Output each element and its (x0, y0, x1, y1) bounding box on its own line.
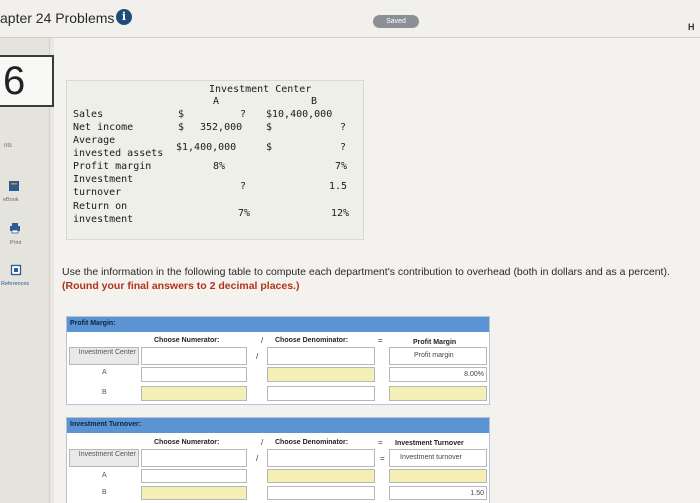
pm-denominator-b-select[interactable] (267, 386, 375, 401)
pm-label-denominator-blank (267, 347, 375, 365)
instruction-rounding: (Round your final answers to 2 decimal p… (62, 280, 300, 292)
row-label-investment: Investment (73, 174, 134, 185)
net-income-a-value: 352,000 (200, 122, 243, 133)
it-label-denominator-blank (267, 449, 375, 467)
pm-row-label-investment-center: Investment Center (69, 347, 139, 365)
investment-table-title: Investment Center (209, 84, 312, 95)
roi-a-value: 7% (238, 208, 251, 219)
it-numerator-b-select[interactable] (141, 486, 247, 500)
pm-equals-header: = (378, 336, 383, 345)
left-rail (0, 38, 50, 503)
references-icon[interactable] (10, 264, 22, 276)
net-income-b-value: ? (340, 122, 347, 133)
it-label-equals: = (380, 454, 385, 463)
ebook-icon[interactable] (8, 180, 20, 192)
row-label-average: Average (73, 135, 116, 146)
row-label-sales: Sales (73, 109, 104, 120)
it-result-subheader: Investment turnover (389, 449, 487, 467)
pm-numerator-header: Choose Numerator: (154, 337, 220, 344)
sales-a-value: ? (240, 109, 247, 120)
pm-denominator-header: Choose Denominator: (275, 337, 349, 344)
it-denominator-a-select[interactable] (267, 469, 375, 483)
it-result-a-input[interactable] (389, 469, 487, 483)
it-numerator-a-select[interactable] (141, 469, 247, 483)
profit-margin-a-value: 8% (213, 161, 226, 172)
net-income-a-dollar: $ (178, 122, 185, 133)
assets-b-value: ? (340, 142, 347, 153)
pm-result-b-input[interactable] (389, 386, 487, 401)
it-row-a-label: A (102, 472, 107, 479)
row-label-turnover: turnover (73, 187, 122, 198)
profit-margin-table: Profit Margin: Choose Numerator: / Choos… (66, 316, 490, 405)
turnover-a-value: ? (240, 181, 247, 192)
pm-row-b-label: B (102, 389, 107, 396)
assets-a-value: $1,400,000 (176, 142, 237, 153)
it-slash-header: / (261, 438, 264, 447)
pm-result-subheader: Profit margin (389, 347, 487, 365)
row-label-invested-assets: invested assets (73, 148, 164, 159)
it-denominator-header: Choose Denominator: (275, 439, 349, 446)
pm-label-slash: / (256, 352, 259, 361)
print-label[interactable]: Print (10, 240, 21, 246)
instruction-text: Use the information in the following tab… (62, 265, 687, 293)
column-header-b: B (311, 96, 318, 107)
it-denominator-b-select[interactable] (267, 486, 375, 500)
pm-slash-header: / (261, 336, 264, 345)
profit-margin-b-value: 7% (335, 161, 348, 172)
turnover-b-value: 1.5 (329, 181, 348, 192)
it-label-numerator-blank (141, 449, 247, 467)
sales-a-dollar: $ (178, 109, 185, 120)
profit-margin-table-title: Profit Margin: (67, 317, 489, 332)
pm-denominator-a-select[interactable] (267, 367, 375, 382)
it-result-b-input[interactable]: 1.50 (389, 486, 487, 500)
help-link[interactable]: H (688, 22, 695, 32)
print-icon[interactable] (9, 222, 21, 234)
info-icon[interactable]: i (116, 9, 132, 25)
page-title: apter 24 Problems (0, 10, 115, 26)
it-label-slash: / (256, 454, 259, 463)
pm-numerator-a-select[interactable] (141, 367, 247, 382)
question-number: 6 (0, 55, 54, 107)
row-label-net-income: Net income (73, 122, 134, 133)
references-label[interactable]: References (1, 281, 29, 287)
points-label: nts (4, 143, 13, 149)
investment-turnover-table: Investment Turnover: Choose Numerator: /… (66, 417, 490, 503)
pm-numerator-b-select[interactable] (141, 386, 247, 401)
it-row-label-investment-center: Investment Center (69, 449, 139, 467)
net-income-b-dollar: $ (266, 122, 273, 133)
turnover-table-title: Investment Turnover: (67, 418, 489, 433)
saved-badge: Saved (373, 15, 419, 28)
pm-result-a-input[interactable]: 8.00% (389, 367, 487, 382)
roi-b-value: 12% (331, 208, 350, 219)
pm-row-a-label: A (102, 369, 107, 376)
column-header-a: A (213, 96, 220, 107)
sales-b-value: $10,400,000 (266, 109, 333, 120)
assets-b-dollar: $ (266, 142, 273, 153)
row-label-investment-2: investment (73, 214, 134, 225)
it-row-b-label: B (102, 489, 107, 496)
header-bar: apter 24 Problems i Saved H (0, 0, 700, 38)
pm-label-numerator-blank (141, 347, 247, 365)
ebook-label[interactable]: eBook (3, 197, 19, 203)
pm-result-header: Profit Margin (413, 339, 457, 346)
it-result-header: Investment Turnover (395, 440, 464, 447)
row-label-profit-margin: Profit margin (73, 161, 152, 172)
instruction-main: Use the information in the following tab… (62, 266, 670, 278)
investment-center-table: Investment Center A B Sales $ ? $10,400,… (66, 80, 364, 240)
it-equals-header: = (378, 438, 383, 447)
it-numerator-header: Choose Numerator: (154, 439, 220, 446)
row-label-return-on: Return on (73, 201, 128, 212)
